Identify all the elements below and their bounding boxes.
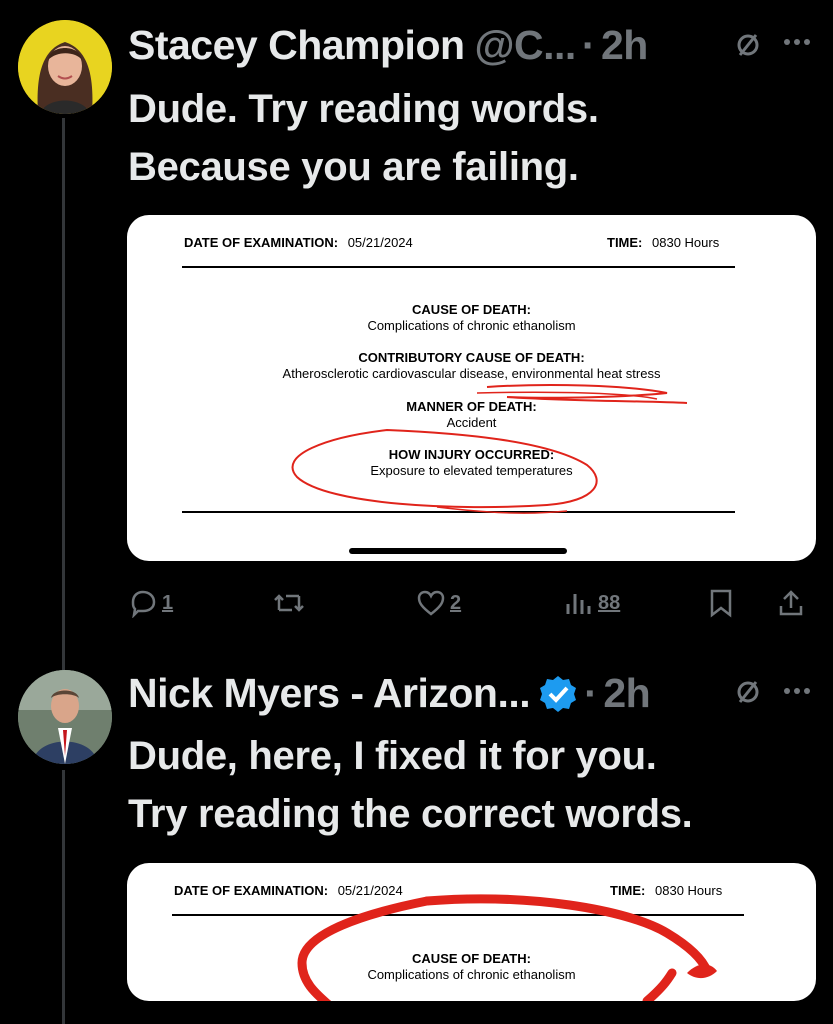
views-button[interactable]: 88	[564, 588, 620, 618]
share-icon	[779, 590, 803, 616]
verified-badge-icon	[540, 675, 577, 712]
thread-line	[62, 770, 65, 1024]
media-scroll-indicator	[349, 548, 567, 554]
red-annotation-circle	[297, 894, 717, 1001]
bookmark-icon	[710, 589, 732, 618]
more-icon[interactable]	[782, 686, 812, 696]
tweet-actions: 1 2 88	[128, 588, 818, 622]
more-icon[interactable]	[782, 37, 812, 47]
share-button[interactable]	[776, 588, 806, 618]
reply-button[interactable]: 1	[128, 588, 173, 618]
red-annotation-marks	[291, 384, 688, 514]
avatar[interactable]	[18, 670, 112, 764]
reply-icon	[131, 590, 156, 618]
tweet-header: Stacey Champion @C... · 2h	[128, 22, 648, 69]
tweet-text-line: Try reading the correct words.	[128, 792, 693, 836]
views-icon	[566, 594, 591, 614]
display-name[interactable]: Nick Myers - Arizon...	[128, 670, 531, 717]
tweet-text-line: Because you are failing.	[128, 145, 579, 189]
tweet-text-line: Dude, here, I fixed it for you.	[128, 734, 657, 778]
mute-icon[interactable]	[733, 30, 763, 60]
display-name[interactable]: Stacey Champion	[128, 22, 465, 69]
attached-document-image[interactable]: DATE OF EXAMINATION: 05/21/2024 TIME: 08…	[127, 863, 816, 1001]
view-count: 88	[598, 591, 621, 614]
like-count: 2	[450, 591, 462, 614]
mute-icon[interactable]	[733, 677, 763, 707]
tweet-text: Dude. Try reading words. Because you are…	[128, 80, 599, 196]
timestamp[interactable]: 2h	[601, 22, 648, 69]
separator-dot: ·	[581, 22, 596, 68]
tweet-header: Nick Myers - Arizon... · 2h	[128, 670, 651, 717]
avatar[interactable]	[18, 20, 112, 114]
reply-count: 1	[162, 591, 174, 614]
bookmark-button[interactable]	[708, 588, 734, 618]
separator-dot: ·	[584, 670, 598, 716]
retweet-button[interactable]	[272, 588, 306, 618]
retweet-icon	[274, 594, 304, 612]
thread-line	[62, 118, 65, 678]
tweet-text: Dude, here, I fixed it for you. Try read…	[128, 727, 693, 843]
attached-document-image[interactable]: DATE OF EXAMINATION: 05/21/2024 TIME: 08…	[127, 215, 816, 561]
tweet-text-line: Dude. Try reading words.	[128, 87, 599, 131]
timestamp[interactable]: 2h	[603, 670, 650, 717]
user-handle[interactable]: @C...	[475, 22, 577, 69]
like-button[interactable]: 2	[416, 588, 461, 618]
like-icon	[417, 590, 445, 616]
